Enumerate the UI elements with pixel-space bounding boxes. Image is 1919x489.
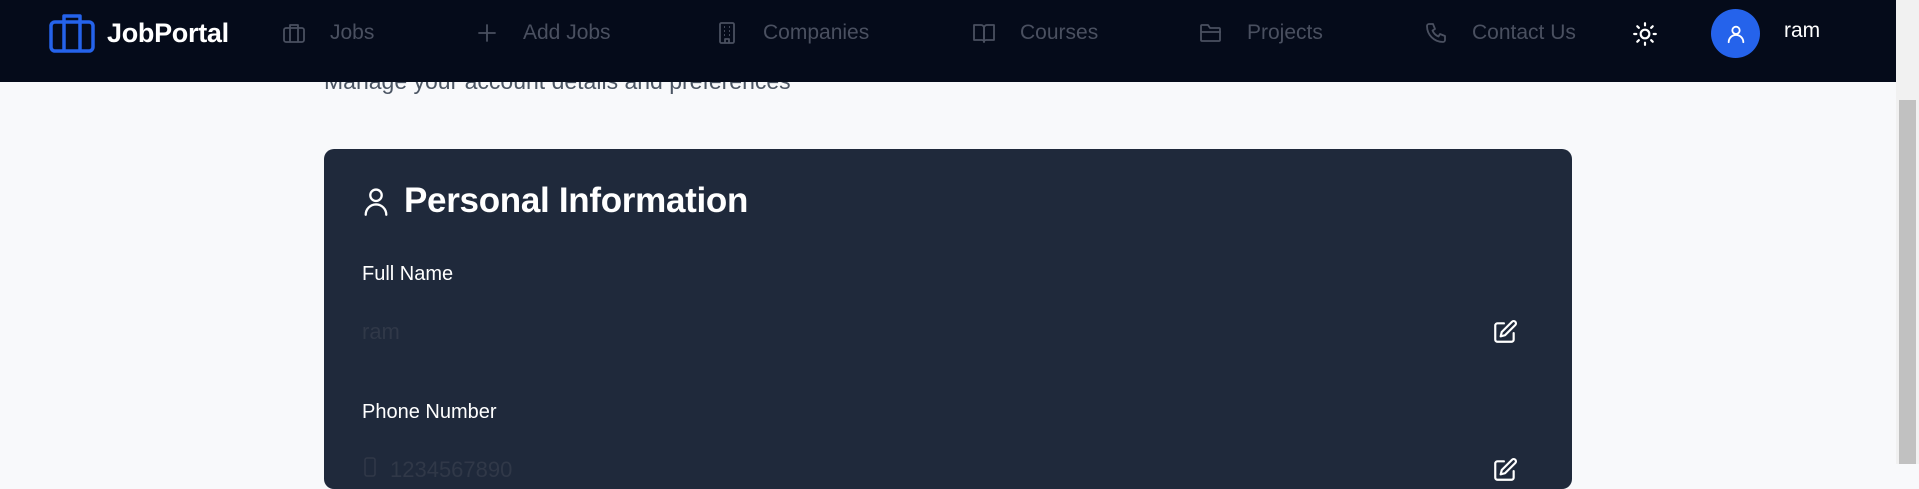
- folder-icon: [1200, 24, 1221, 42]
- edit-full-name-icon[interactable]: [1492, 319, 1518, 345]
- username[interactable]: ram: [1784, 19, 1820, 43]
- edit-phone-number-icon[interactable]: [1492, 457, 1518, 483]
- full-name-label: Full Name: [362, 263, 454, 285]
- nav-item-label: Courses: [1020, 21, 1099, 44]
- briefcase-icon: [283, 24, 305, 43]
- phone-icon: [1426, 23, 1446, 43]
- card-header: Personal Information: [362, 181, 748, 221]
- top-navbar: JobPortal Jobs Add Jobs Companies Course…: [0, 0, 1896, 82]
- user-icon: [1727, 25, 1744, 43]
- nav-item-contact-us[interactable]: Contact Us: [1424, 18, 1576, 48]
- card-title: Personal Information: [404, 181, 749, 220]
- nav-item-label: Projects: [1247, 21, 1323, 44]
- plus-icon: [478, 24, 496, 42]
- avatar[interactable]: [1711, 9, 1760, 58]
- phone-field-icon: [364, 457, 376, 477]
- nav-item-label: Add Jobs: [523, 21, 611, 44]
- nav-item-courses[interactable]: Courses: [972, 18, 1098, 48]
- briefcase-logo-icon: [49, 14, 95, 53]
- brand-name: JobPortal: [107, 17, 229, 48]
- nav-item-label: Contact Us: [1472, 21, 1576, 44]
- nav-item-projects[interactable]: Projects: [1199, 18, 1323, 48]
- sun-icon[interactable]: [1632, 21, 1658, 47]
- phone-number-value: 1234567890: [390, 457, 513, 482]
- phone-number-label: Phone Number: [362, 401, 497, 423]
- nav-item-label: Companies: [763, 21, 870, 44]
- nav-item-companies[interactable]: Companies: [715, 18, 869, 48]
- personal-information-card: Personal Information Full Name ram Phone…: [324, 149, 1572, 489]
- full-name-value: ram: [362, 319, 400, 344]
- nav-item-add-jobs[interactable]: Add Jobs: [475, 18, 611, 48]
- scrollbar-thumb[interactable]: [1899, 100, 1916, 464]
- brand-logo[interactable]: JobPortal: [49, 13, 229, 53]
- building-icon: [719, 22, 735, 44]
- book-icon: [973, 24, 995, 43]
- user-icon: [364, 188, 388, 216]
- nav-item-label: Jobs: [330, 21, 375, 44]
- nav-item-jobs[interactable]: Jobs: [282, 18, 374, 48]
